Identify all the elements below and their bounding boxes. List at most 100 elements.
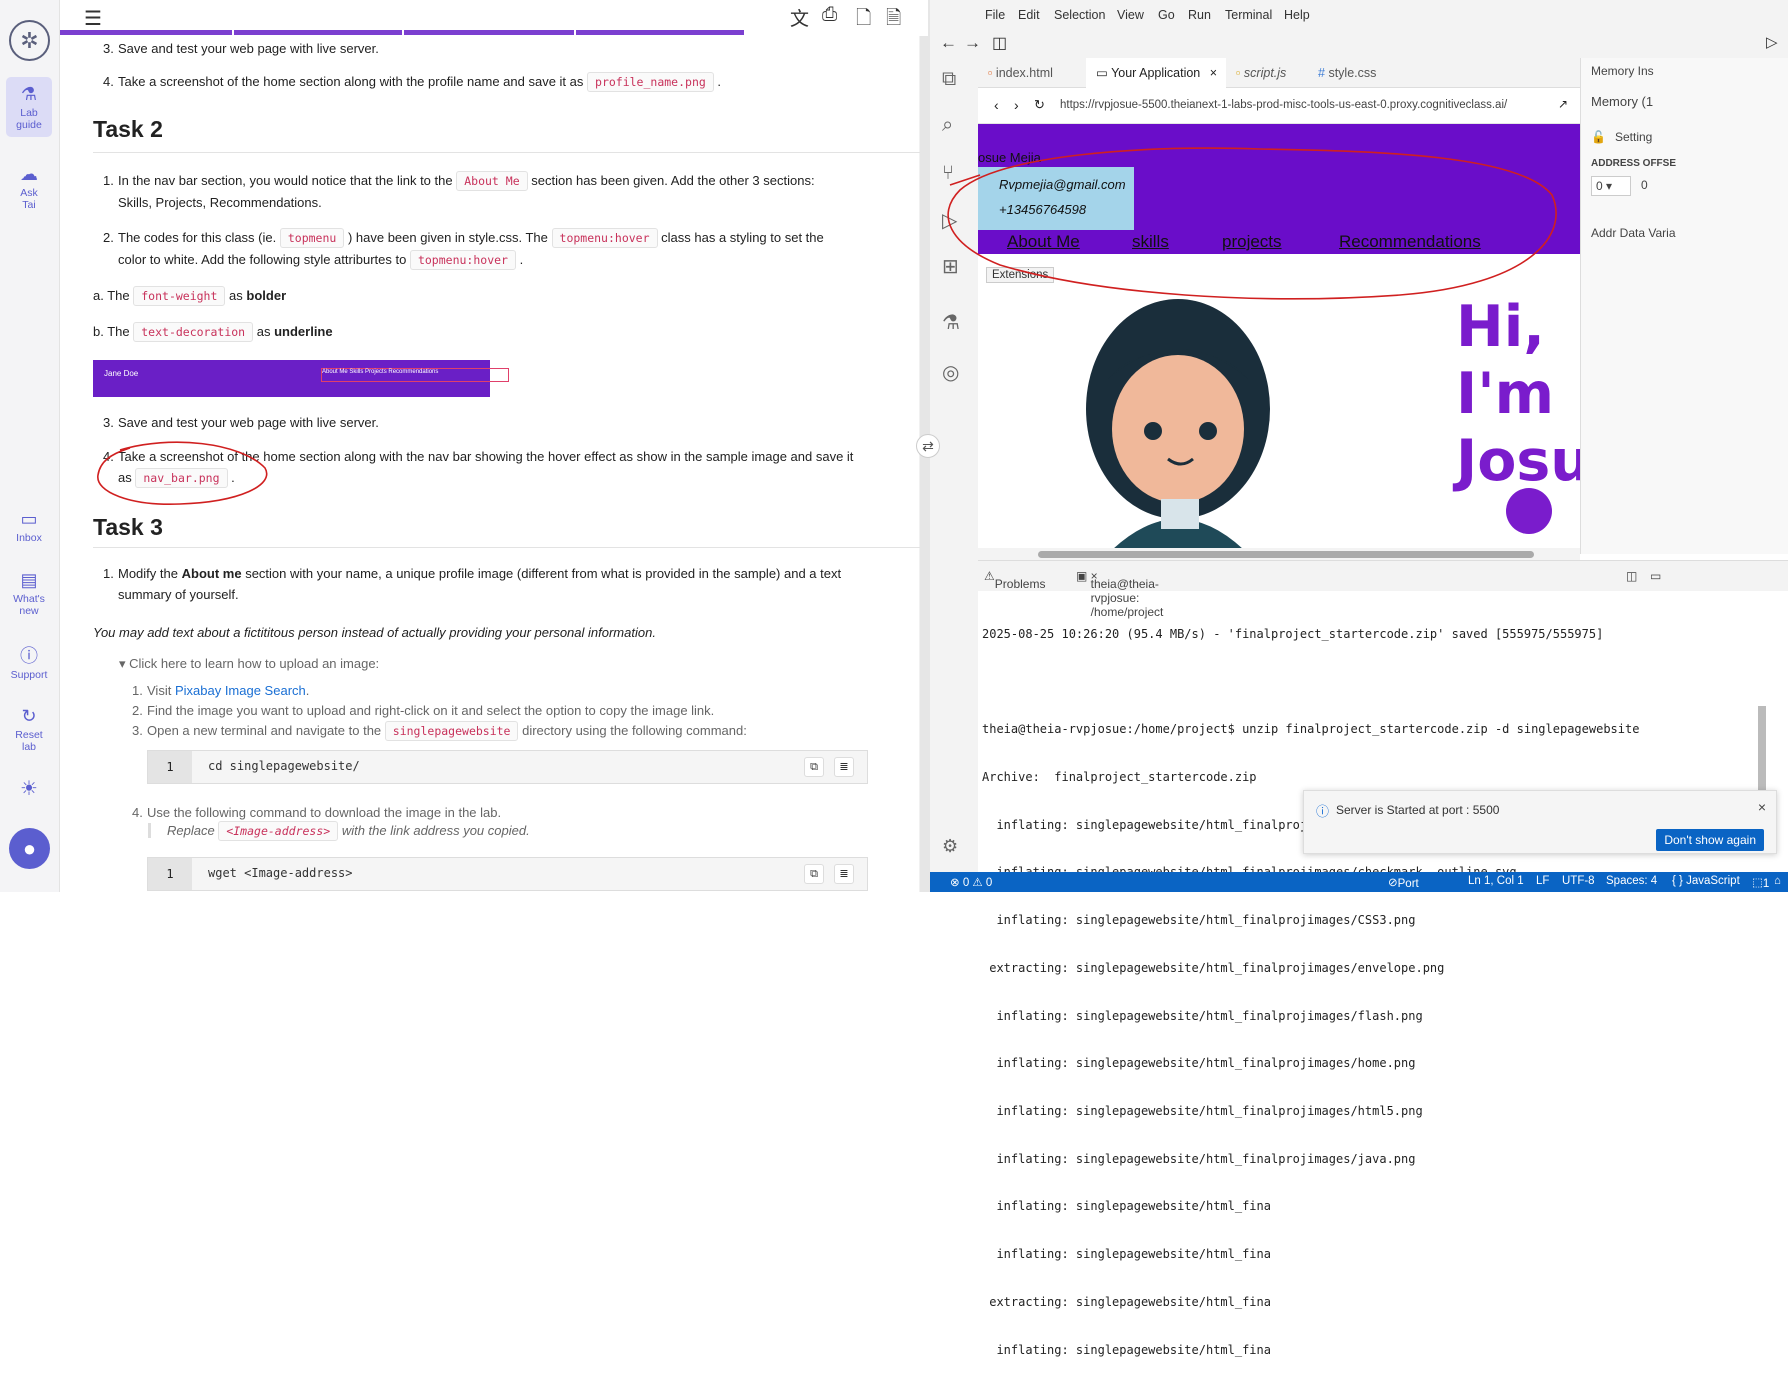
terminal-line: inflating: singlepagewebsite/html_finalp… — [982, 1151, 1416, 1166]
tab-problems[interactable]: ⚠ Problems — [984, 569, 1045, 591]
logo-icon[interactable]: ✲ — [9, 20, 50, 61]
preview-url-input[interactable]: https://rvpjosue-5500.theianext-1-labs-p… — [1060, 99, 1507, 111]
swap-panels-icon[interactable]: ⇄ — [916, 434, 940, 458]
nav-link-skills[interactable]: skills — [1132, 232, 1169, 252]
server-notification: ⓘ Server is Started at port : 5500 × Don… — [1303, 790, 1777, 854]
flask-icon: ⚗ — [20, 84, 38, 104]
line-ending[interactable]: LF — [1536, 875, 1549, 887]
list-item: 1. In the nav bar section, you would noti… — [103, 171, 815, 210]
notification-count[interactable]: ⬚ 1 — [1752, 875, 1769, 890]
list-item: 4. Take a screenshot of the home section … — [103, 446, 868, 489]
back-arrow-icon[interactable]: ← — [940, 33, 957, 53]
heading-task-3: Task 3 — [93, 514, 163, 540]
reload-icon[interactable]: ↻ — [1034, 97, 1045, 113]
terminal-scrollbar[interactable] — [1758, 706, 1766, 796]
split-layout-icon[interactable]: ◫ — [992, 33, 1007, 53]
menu-terminal[interactable]: Terminal — [1225, 8, 1272, 22]
terminal-line: inflating: singlepagewebsite/html_finalp… — [982, 1104, 1423, 1118]
nav-link-recommendations[interactable]: Recommendations — [1339, 232, 1481, 252]
close-icon[interactable]: × — [1758, 799, 1766, 815]
address-select[interactable]: 0 ▾ — [1591, 176, 1631, 196]
terminal-line: inflating: singlepagewebsite/html_fina — [982, 1247, 1271, 1262]
memory-table-header: Addr Data Varia — [1591, 226, 1676, 240]
hamburger-menu-icon[interactable]: ☰ — [84, 6, 102, 31]
pixabay-link[interactable]: Pixabay Image Search — [175, 683, 306, 698]
contact-card: osue Mejia Rvpmejia@gmail.com +134567645… — [978, 150, 1134, 230]
menu-help[interactable]: Help — [1284, 8, 1310, 22]
status-bar: ⊗ 0 ⚠ 0 ⊘ Port : 5500 Ln 1, Col 1 LF UTF… — [930, 872, 1788, 914]
explorer-icon[interactable]: ⧉ — [942, 68, 956, 91]
memory-inspector-title[interactable]: Memory Ins — [1591, 64, 1654, 78]
lock-icon[interactable]: 🔓 — [1591, 130, 1606, 144]
tab-terminal[interactable]: ▣ theia@theia-rvpjosue: /home/project × — [1076, 569, 1163, 619]
maximize-panel-icon[interactable]: ▭ — [1650, 569, 1661, 583]
tab-your-application[interactable]: ▭ Your Application × — [1086, 58, 1226, 88]
tab-index-html[interactable]: ▫ index.html — [978, 58, 1086, 88]
sidebar-item-reset-lab[interactable]: ↻ Reset lab — [6, 705, 52, 753]
port-status[interactable]: ⊘ Port : 5500 — [1388, 875, 1423, 914]
extensions-icon[interactable]: ⊞ — [942, 254, 959, 279]
menu-edit[interactable]: Edit — [1018, 8, 1040, 22]
source-control-icon[interactable]: ⑂ — [942, 162, 954, 185]
bell-icon[interactable]: ⌂ — [1774, 875, 1781, 887]
print-icon[interactable]: ⎙ — [822, 4, 837, 26]
terminal-line: inflating: singlepagewebsite/html_finalp… — [982, 1008, 1423, 1023]
avatar[interactable]: ● — [9, 828, 50, 869]
add-file-icon[interactable]: 🗋 — [856, 4, 871, 36]
preview-url-bar: ‹ › ↻ https://rvpjosue-5500.theianext-1-… — [978, 88, 1580, 124]
terminal-line: inflating: singlepagewebsite/html_fina — [982, 1199, 1271, 1214]
list-item: 3. Save and test your web page with live … — [103, 41, 379, 56]
app-preview: osue Mejia Rvpmejia@gmail.com +134567645… — [978, 124, 1580, 554]
execute-icon[interactable]: ≣ — [834, 864, 854, 884]
panel-toggle-icon[interactable]: ▷ — [1766, 33, 1778, 51]
nav-link-projects[interactable]: projects — [1222, 232, 1282, 252]
sidebar-item-support[interactable]: ⓘ Support — [6, 645, 52, 681]
open-external-icon[interactable]: ↗ — [1558, 97, 1568, 111]
preview-hscroll[interactable] — [978, 548, 1580, 560]
execute-icon[interactable]: ≣ — [834, 757, 854, 777]
copy-icon[interactable]: ⧉ — [804, 757, 824, 777]
sidebar-item-ask-tai[interactable]: ☁ Ask Tai — [6, 163, 52, 211]
remote-icon[interactable]: ◎ — [942, 360, 959, 385]
memory-columns: ADDRESS OFFSE — [1591, 158, 1677, 169]
forward-arrow-icon[interactable]: → — [964, 33, 981, 53]
language-mode[interactable]: { } JavaScript — [1672, 875, 1740, 887]
menu-go[interactable]: Go — [1158, 8, 1175, 22]
cursor-position[interactable]: Ln 1, Col 1 — [1468, 875, 1524, 887]
preview-forward-icon[interactable]: › — [1014, 97, 1019, 113]
menu-selection[interactable]: Selection — [1054, 8, 1105, 22]
info-icon: ⓘ — [1316, 804, 1330, 819]
indentation[interactable]: Spaces: 4 — [1606, 875, 1657, 887]
offset-value[interactable]: 0 — [1641, 178, 1648, 192]
tab-style-css[interactable]: # style.css — [1308, 58, 1400, 88]
split-terminal-icon[interactable]: ◫ — [1626, 569, 1637, 583]
sidebar-item-whats-new[interactable]: ▤ What's new — [6, 569, 52, 617]
terminal-output[interactable]: 2025-08-25 10:26:20 (95.4 MB/s) - 'final… — [982, 595, 1639, 1390]
testing-icon[interactable]: ⚗ — [942, 310, 960, 335]
progress-segment — [60, 30, 232, 35]
dont-show-again-button[interactable]: Don't show again — [1656, 829, 1764, 851]
translate-icon[interactable]: 文 — [790, 4, 809, 31]
encoding[interactable]: UTF-8 — [1562, 875, 1595, 887]
gear-icon[interactable]: ⚙ — [942, 836, 958, 857]
theme-toggle-icon[interactable]: ☀ — [6, 779, 52, 799]
progress-segment — [576, 30, 744, 35]
search-icon[interactable]: ⌕ — [942, 114, 953, 137]
chat-bubble-icon[interactable] — [1506, 488, 1552, 534]
divider — [93, 547, 928, 548]
document-icon[interactable]: 🗎 — [886, 4, 901, 36]
menu-file[interactable]: File — [985, 8, 1005, 22]
settings-label[interactable]: Setting — [1615, 130, 1652, 144]
run-debug-icon[interactable]: ▷ — [942, 208, 957, 233]
preview-back-icon[interactable]: ‹ — [994, 97, 999, 113]
menu-view[interactable]: View — [1117, 8, 1144, 22]
sidebar-item-lab-guide[interactable]: ⚗ Lab guide — [6, 77, 52, 137]
close-icon[interactable]: × — [1210, 66, 1217, 80]
copy-icon[interactable]: ⧉ — [804, 864, 824, 884]
details-toggle[interactable]: ▾ Click here to learn how to upload an i… — [119, 656, 379, 672]
sidebar-item-inbox[interactable]: ▭ Inbox — [6, 508, 52, 544]
tab-script-js[interactable]: ▫ script.js — [1226, 58, 1308, 88]
nav-link-about[interactable]: About Me — [1007, 232, 1080, 252]
problems-count[interactable]: ⊗ 0 ⚠ 0 — [950, 875, 992, 889]
menu-run[interactable]: Run — [1188, 8, 1211, 22]
